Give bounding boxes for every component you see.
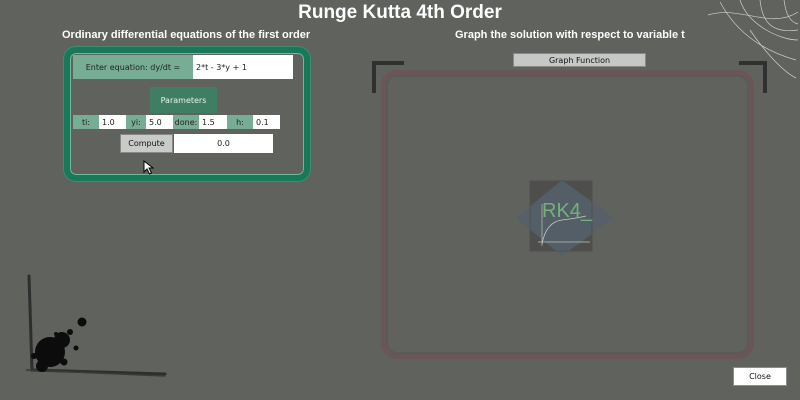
rk4-logo-text: RK4_ [542,200,593,222]
done-label: done: [173,115,199,129]
graph-function-button[interactable]: Graph Function [513,53,646,67]
close-button[interactable]: Close [733,367,787,386]
equation-input[interactable]: 2*t - 3*y + 1 [193,55,293,79]
done-input[interactable]: 1.5 [199,115,227,129]
compute-button[interactable]: Compute [120,134,173,153]
rk4-logo-icon: RK4_ [516,178,616,258]
ti-label: ti: [73,115,99,129]
equation-label: Enter equation: dy/dt = [73,55,193,79]
right-panel-heading: Graph the solution with respect to varia… [455,29,685,41]
h-label: h: [227,115,253,129]
yi-input[interactable]: 5.0 [146,115,173,129]
yi-label: yi: [126,115,146,129]
mouse-cursor-icon [143,160,154,175]
app-title: Runge Kutta 4th Order [298,2,502,23]
parameters-label: Parameters [150,87,217,113]
scribble-decoration-icon [707,0,799,79]
h-input[interactable]: 0.1 [253,115,280,129]
result-output: 0.0 [174,134,273,153]
left-panel-heading: Ordinary differential equations of the f… [62,29,311,41]
ink-splatter-icon [25,274,167,377]
ti-input[interactable]: 1.0 [99,115,126,129]
